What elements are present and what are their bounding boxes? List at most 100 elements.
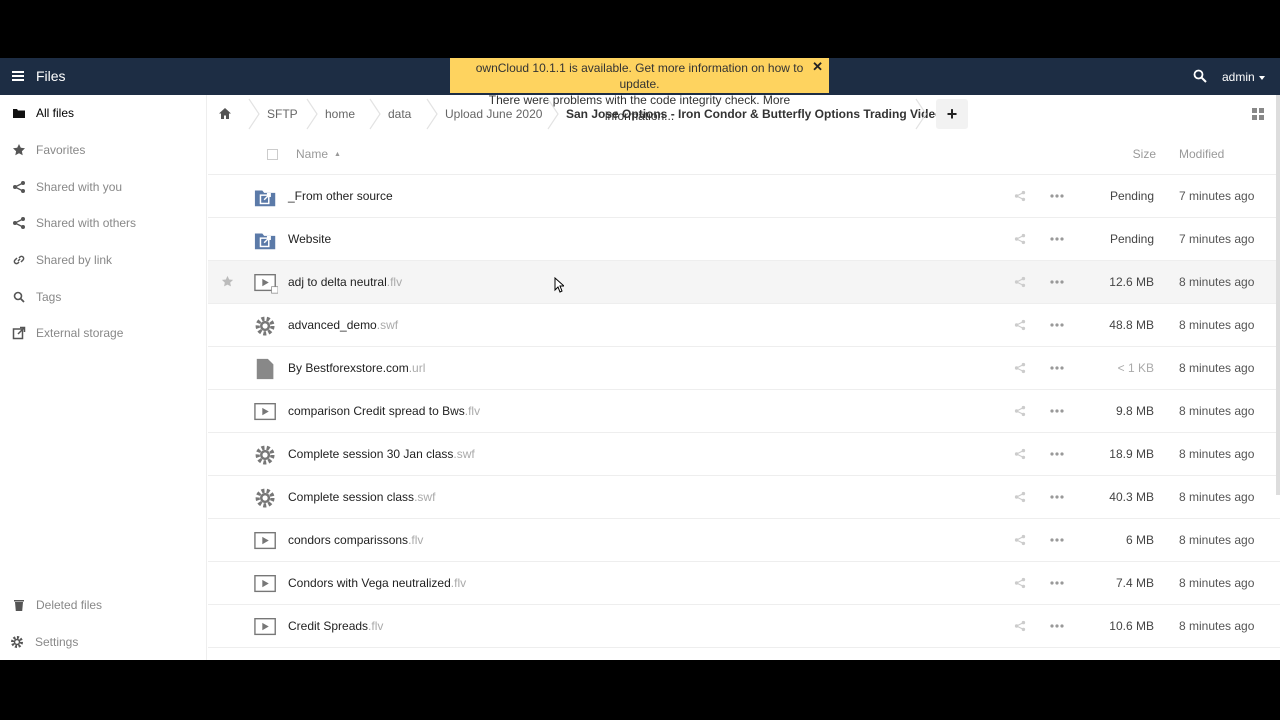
video-file-icon[interactable] [254,271,278,295]
file-row[interactable]: _From other source Pending 7 minutes ago [208,175,1280,218]
video-file-icon[interactable] [254,400,278,424]
file-name[interactable]: Complete session 30 Jan class.swf [288,447,475,461]
file-name[interactable]: Credit Spreads.flv [288,619,383,633]
external-folder-icon[interactable] [254,185,278,209]
file-modified: 8 minutes ago [1179,404,1255,418]
video-file-icon[interactable] [254,572,278,596]
more-options-icon[interactable] [1050,538,1064,542]
file-row[interactable]: advanced_demo.swf 48.8 MB 8 minutes ago [208,304,1280,347]
share-icon[interactable] [1014,620,1026,632]
file-name[interactable]: adj to delta neutral.flv [288,275,402,289]
close-icon[interactable]: ✕ [812,59,823,75]
video-file-icon[interactable] [254,615,278,639]
video-file-icon[interactable] [254,658,278,660]
share-icon[interactable] [1014,448,1026,460]
file-name[interactable]: By Bestforexstore.com.url [288,361,425,375]
more-options-icon[interactable] [1050,624,1064,628]
file-row[interactable]: By Bestforexstore.com.url < 1 KB 8 minutes… [208,347,1280,390]
sidebar-item-external-storage[interactable]: External storage [0,318,207,348]
update-notification[interactable]: ownCloud 10.1.1 is available. Get more i… [450,58,829,123]
breadcrumb-sftp[interactable]: SFTP [267,107,298,121]
file-modified: 8 minutes ago [1179,576,1255,590]
file-size: 12.6 MB [1109,275,1154,289]
file-basename: Complete session class [288,490,415,504]
sidebar-item-settings[interactable]: Settings [0,627,207,657]
notification-line-1[interactable]: ownCloud 10.1.1 is available. Get more i… [458,60,821,92]
user-menu[interactable]: admin [1222,70,1265,84]
more-options-icon[interactable] [1050,323,1064,327]
file-row[interactable]: comparison Credit spread to Bws.flv 9.8 M… [208,390,1280,433]
select-all-checkbox[interactable] [267,149,278,160]
more-options-icon[interactable] [1050,366,1064,370]
app-name[interactable]: Files [36,68,66,84]
more-options-icon[interactable] [1050,280,1064,284]
gear-icon[interactable] [254,486,278,510]
sidebar-item-deleted-files[interactable]: Deleted files [0,590,207,620]
column-header-size[interactable]: Size [1133,147,1156,161]
breadcrumb: SFTP home data Upload June 2020 San Jose… [208,95,1280,133]
sidebar-item-all-files[interactable]: All files [0,98,207,128]
file-row[interactable] [208,648,1280,660]
file-row[interactable]: Condors with Vega neutralized.flv 7.4 MB 8… [208,562,1280,605]
file-modified: 7 minutes ago [1179,189,1255,203]
sidebar-item-label: Shared by link [36,253,113,267]
sidebar-item-shared-by-link[interactable]: Shared by link [0,245,207,275]
column-header-name[interactable]: Name ▲ [296,147,341,161]
grid-view-icon[interactable] [1252,108,1264,120]
file-modified: 8 minutes ago [1179,619,1255,633]
more-options-icon[interactable] [1050,452,1064,456]
gear-icon [11,636,23,648]
more-options-icon[interactable] [1050,194,1064,198]
file-row[interactable]: condors comparissons.flv 6 MB 8 minutes ag… [208,519,1280,562]
share-icon[interactable] [1014,577,1026,589]
file-name[interactable]: Complete session class.swf [288,490,435,504]
share-icon[interactable] [1014,491,1026,503]
share-icon[interactable] [1014,362,1026,374]
menu-icon[interactable] [12,71,24,81]
file-name[interactable]: condors comparissons.flv [288,533,423,547]
breadcrumb-home[interactable]: home [325,107,355,121]
breadcrumb-current-folder[interactable]: San Jose Options - Iron Condor & Butterf… [566,107,949,121]
file-name[interactable]: advanced_demo.swf [288,318,398,332]
scrollbar[interactable] [1276,95,1280,495]
file-row[interactable]: adj to delta neutral.flv 12.6 MB 8 minutes… [208,261,1280,304]
sidebar-item-tags[interactable]: Tags [0,282,207,312]
file-name[interactable]: _From other source [288,189,393,203]
search-icon[interactable] [1193,69,1207,83]
sidebar-item-shared-with-others[interactable]: Shared with others [0,208,207,238]
breadcrumb-data[interactable]: data [388,107,411,121]
gear-icon[interactable] [254,314,278,338]
new-button[interactable]: + [936,99,968,129]
sidebar-item-favorites[interactable]: Favorites [0,135,207,165]
share-icon[interactable] [1014,190,1026,202]
share-icon[interactable] [1014,319,1026,331]
file-row[interactable]: Complete session class.swf 40.3 MB 8 minut… [208,476,1280,519]
file-row[interactable]: Website Pending 7 minutes ago [208,218,1280,261]
more-options-icon[interactable] [1050,495,1064,499]
file-name[interactable]: Website [288,232,331,246]
more-options-icon[interactable] [1050,409,1064,413]
more-options-icon[interactable] [1050,237,1064,241]
share-icon [13,217,25,229]
file-size: Pending [1109,232,1154,246]
breadcrumb-upload-june-2020[interactable]: Upload June 2020 [445,107,542,121]
sidebar-item-shared-with-you[interactable]: Shared with you [0,172,207,202]
external-folder-icon[interactable] [254,228,278,252]
gear-icon[interactable] [254,443,278,467]
more-options-icon[interactable] [1050,581,1064,585]
file-row[interactable]: Complete session 30 Jan class.swf 18.9 MB… [208,433,1280,476]
share-icon[interactable] [1014,534,1026,546]
user-name: admin [1222,70,1255,84]
star-icon[interactable] [221,275,234,288]
share-icon[interactable] [1014,233,1026,245]
share-icon[interactable] [1014,276,1026,288]
video-file-icon[interactable] [254,529,278,553]
file-icon[interactable] [254,357,278,381]
home-icon[interactable] [218,107,232,120]
share-icon[interactable] [1014,405,1026,417]
file-size: 7.4 MB [1115,576,1154,590]
file-name[interactable]: Condors with Vega neutralized.flv [288,576,466,590]
file-row[interactable]: Credit Spreads.flv 10.6 MB 8 minutes ago [208,605,1280,648]
column-header-modified[interactable]: Modified [1179,147,1224,161]
file-name[interactable]: comparison Credit spread to Bws.flv [288,404,480,418]
